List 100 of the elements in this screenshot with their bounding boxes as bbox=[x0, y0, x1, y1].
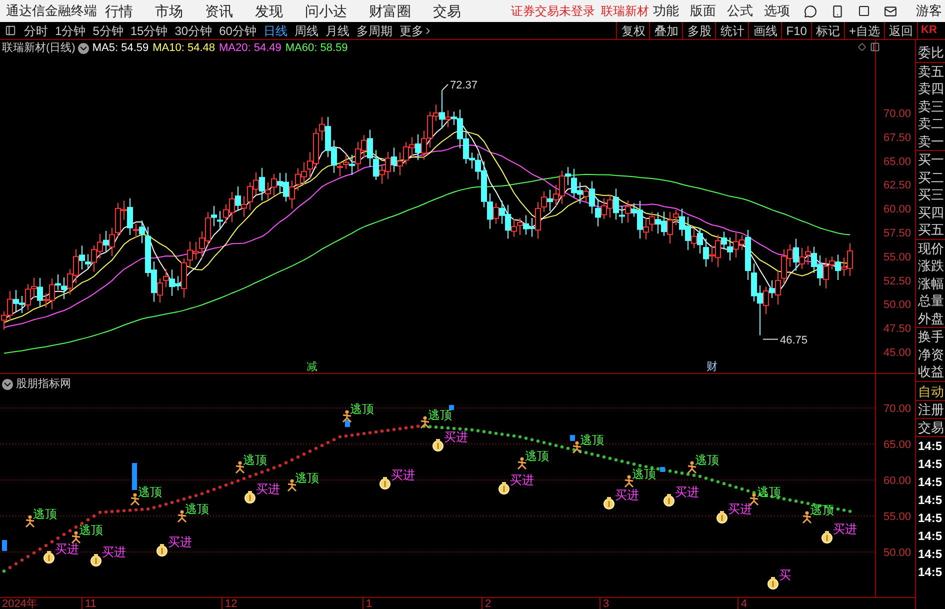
panel-button[interactable]: 交易 bbox=[916, 418, 945, 436]
stock-link[interactable]: 联瑞新材 bbox=[601, 2, 649, 20]
menu-item[interactable]: 发现 bbox=[247, 0, 291, 22]
period-tab[interactable]: 30分钟 bbox=[172, 22, 216, 40]
toolbar-button[interactable]: 画线 bbox=[748, 22, 782, 39]
period-tab[interactable]: 日线 bbox=[260, 22, 290, 40]
menu-item[interactable]: 选项 bbox=[760, 1, 794, 21]
buy-signal-label: 买进 bbox=[728, 502, 752, 516]
sell-signal-label: 逃顶 bbox=[33, 507, 57, 521]
indicator-axis-label: 65.00 bbox=[883, 439, 911, 451]
person-icon bbox=[624, 475, 634, 488]
auto-label[interactable]: 自动 bbox=[916, 382, 945, 400]
price-axis-label: 65.00 bbox=[883, 156, 911, 168]
buy-signal-label: 买进 bbox=[833, 522, 857, 536]
quote-field-label: 买四 bbox=[917, 204, 945, 221]
signal-bar bbox=[660, 467, 665, 472]
period-tab[interactable]: 分时 bbox=[21, 22, 51, 40]
menu-item[interactable]: 行情 bbox=[97, 0, 141, 22]
quote-field-label: 涨幅 bbox=[917, 274, 945, 292]
menu-item[interactable]: 交易 bbox=[425, 0, 469, 22]
menu-item[interactable]: 功能 bbox=[649, 1, 683, 21]
menu-item[interactable]: 版面 bbox=[686, 1, 720, 21]
low-price-marker: 46.75 bbox=[780, 334, 808, 346]
toolbar-button[interactable]: 返回 bbox=[884, 22, 917, 39]
user-label[interactable]: 游客 bbox=[916, 1, 942, 21]
trade-time: 14:5 bbox=[917, 438, 944, 454]
diamond-icon[interactable] bbox=[858, 43, 866, 51]
toolbar-button[interactable]: +自选 bbox=[844, 22, 884, 39]
toolbar-button[interactable]: 复权 bbox=[616, 22, 650, 39]
period-tab[interactable]: 周线 bbox=[291, 22, 322, 40]
window-icon[interactable] bbox=[858, 5, 870, 17]
chevron-down-icon[interactable] bbox=[78, 42, 90, 54]
menu-item[interactable]: 公式 bbox=[723, 1, 757, 21]
panel-toggle-icon[interactable] bbox=[5, 25, 16, 36]
stock-title: 联瑞新材(日线) bbox=[2, 40, 76, 56]
person-icon bbox=[130, 493, 140, 506]
money-bag-icon bbox=[432, 439, 444, 452]
ma-readout: MA5: 54.59 bbox=[92, 40, 149, 56]
menu-item[interactable]: 市场 bbox=[147, 0, 191, 22]
trade-time: 14:5 bbox=[917, 528, 944, 544]
more-button[interactable]: 更多 bbox=[396, 22, 436, 40]
app-title: 通达信金融终端 bbox=[6, 2, 97, 20]
quote-field-label: 委比 bbox=[917, 44, 945, 62]
toolbar-button[interactable]: 叠加 bbox=[649, 22, 682, 39]
sell-signal-label: 逃顶 bbox=[757, 485, 781, 499]
money-bag-icon bbox=[604, 497, 614, 510]
toolbar-button[interactable]: 标记 bbox=[810, 22, 844, 39]
toolbar-button[interactable]: F10 bbox=[781, 22, 811, 39]
money-bag-icon bbox=[664, 494, 674, 506]
phone-icon[interactable] bbox=[831, 4, 844, 18]
person-icon bbox=[420, 416, 430, 429]
quote-field-label: 卖五 bbox=[917, 62, 945, 80]
sell-signal-label: 逃顶 bbox=[525, 449, 549, 463]
price-axis-label: 57.50 bbox=[883, 228, 911, 240]
indicator-axis-label: 60.00 bbox=[883, 475, 911, 487]
menu-item[interactable]: 资讯 bbox=[197, 0, 241, 22]
period-tab[interactable]: 月线 bbox=[322, 22, 352, 40]
period-tab[interactable]: 多周期 bbox=[353, 22, 396, 40]
quote-field-label: 卖四 bbox=[917, 80, 945, 98]
sell-signal-label: 逃顶 bbox=[79, 523, 103, 537]
toolbar-button[interactable]: 多股 bbox=[682, 22, 716, 39]
money-bag-icon bbox=[244, 491, 256, 504]
chat-icon[interactable] bbox=[804, 4, 817, 18]
leader-line bbox=[442, 84, 448, 91]
date-axis-label: 2024年 bbox=[2, 598, 38, 609]
trade-time: 14:5 bbox=[917, 546, 944, 562]
person-icon bbox=[802, 511, 812, 524]
indicator-axis-label: 55.00 bbox=[883, 511, 911, 523]
period-tab[interactable]: 15分钟 bbox=[127, 22, 171, 40]
menu-item[interactable]: 财富圈 bbox=[361, 0, 419, 22]
period-tab[interactable]: 60分钟 bbox=[216, 22, 260, 40]
chevron-down-icon[interactable] bbox=[2, 378, 13, 390]
period-tab[interactable]: 5分钟 bbox=[90, 22, 126, 40]
buy-signal-label: 买进 bbox=[168, 535, 192, 549]
price-axis-label: 50.00 bbox=[883, 299, 911, 312]
money-bag-icon bbox=[716, 511, 728, 524]
event-marker[interactable]: 减 bbox=[306, 361, 318, 373]
period-tab[interactable]: 1分钟 bbox=[52, 22, 89, 40]
person-icon bbox=[572, 441, 582, 454]
sell-signal-label: 逃顶 bbox=[810, 503, 834, 517]
price-axis-label: 52.50 bbox=[883, 275, 911, 288]
login-notice: 证券交易未登录 bbox=[511, 3, 595, 20]
quote-field-label: 卖二 bbox=[917, 115, 945, 132]
quote-field-label: 收益 bbox=[917, 363, 945, 380]
quote-field-label: 卖三 bbox=[917, 98, 945, 115]
event-marker[interactable]: 财 bbox=[706, 361, 718, 373]
quote-field-label: 外盘 bbox=[917, 310, 945, 327]
panel-button[interactable]: 注册 bbox=[916, 400, 945, 418]
person-icon bbox=[342, 410, 352, 423]
quote-field-label: 买五 bbox=[917, 221, 945, 238]
date-axis-label: 12 bbox=[225, 598, 238, 609]
mail-icon[interactable] bbox=[884, 4, 897, 18]
panel-icon[interactable] bbox=[870, 42, 880, 52]
signal-bar bbox=[449, 405, 454, 410]
sell-signal-label: 逃顶 bbox=[632, 467, 656, 481]
toolbar-button[interactable]: 统计 bbox=[715, 22, 748, 39]
menu-item[interactable]: 问小达 bbox=[297, 0, 355, 22]
trade-time: 14:5 bbox=[917, 510, 944, 526]
sell-signal-label: 逃顶 bbox=[138, 485, 162, 499]
money-bag-icon bbox=[768, 577, 778, 590]
